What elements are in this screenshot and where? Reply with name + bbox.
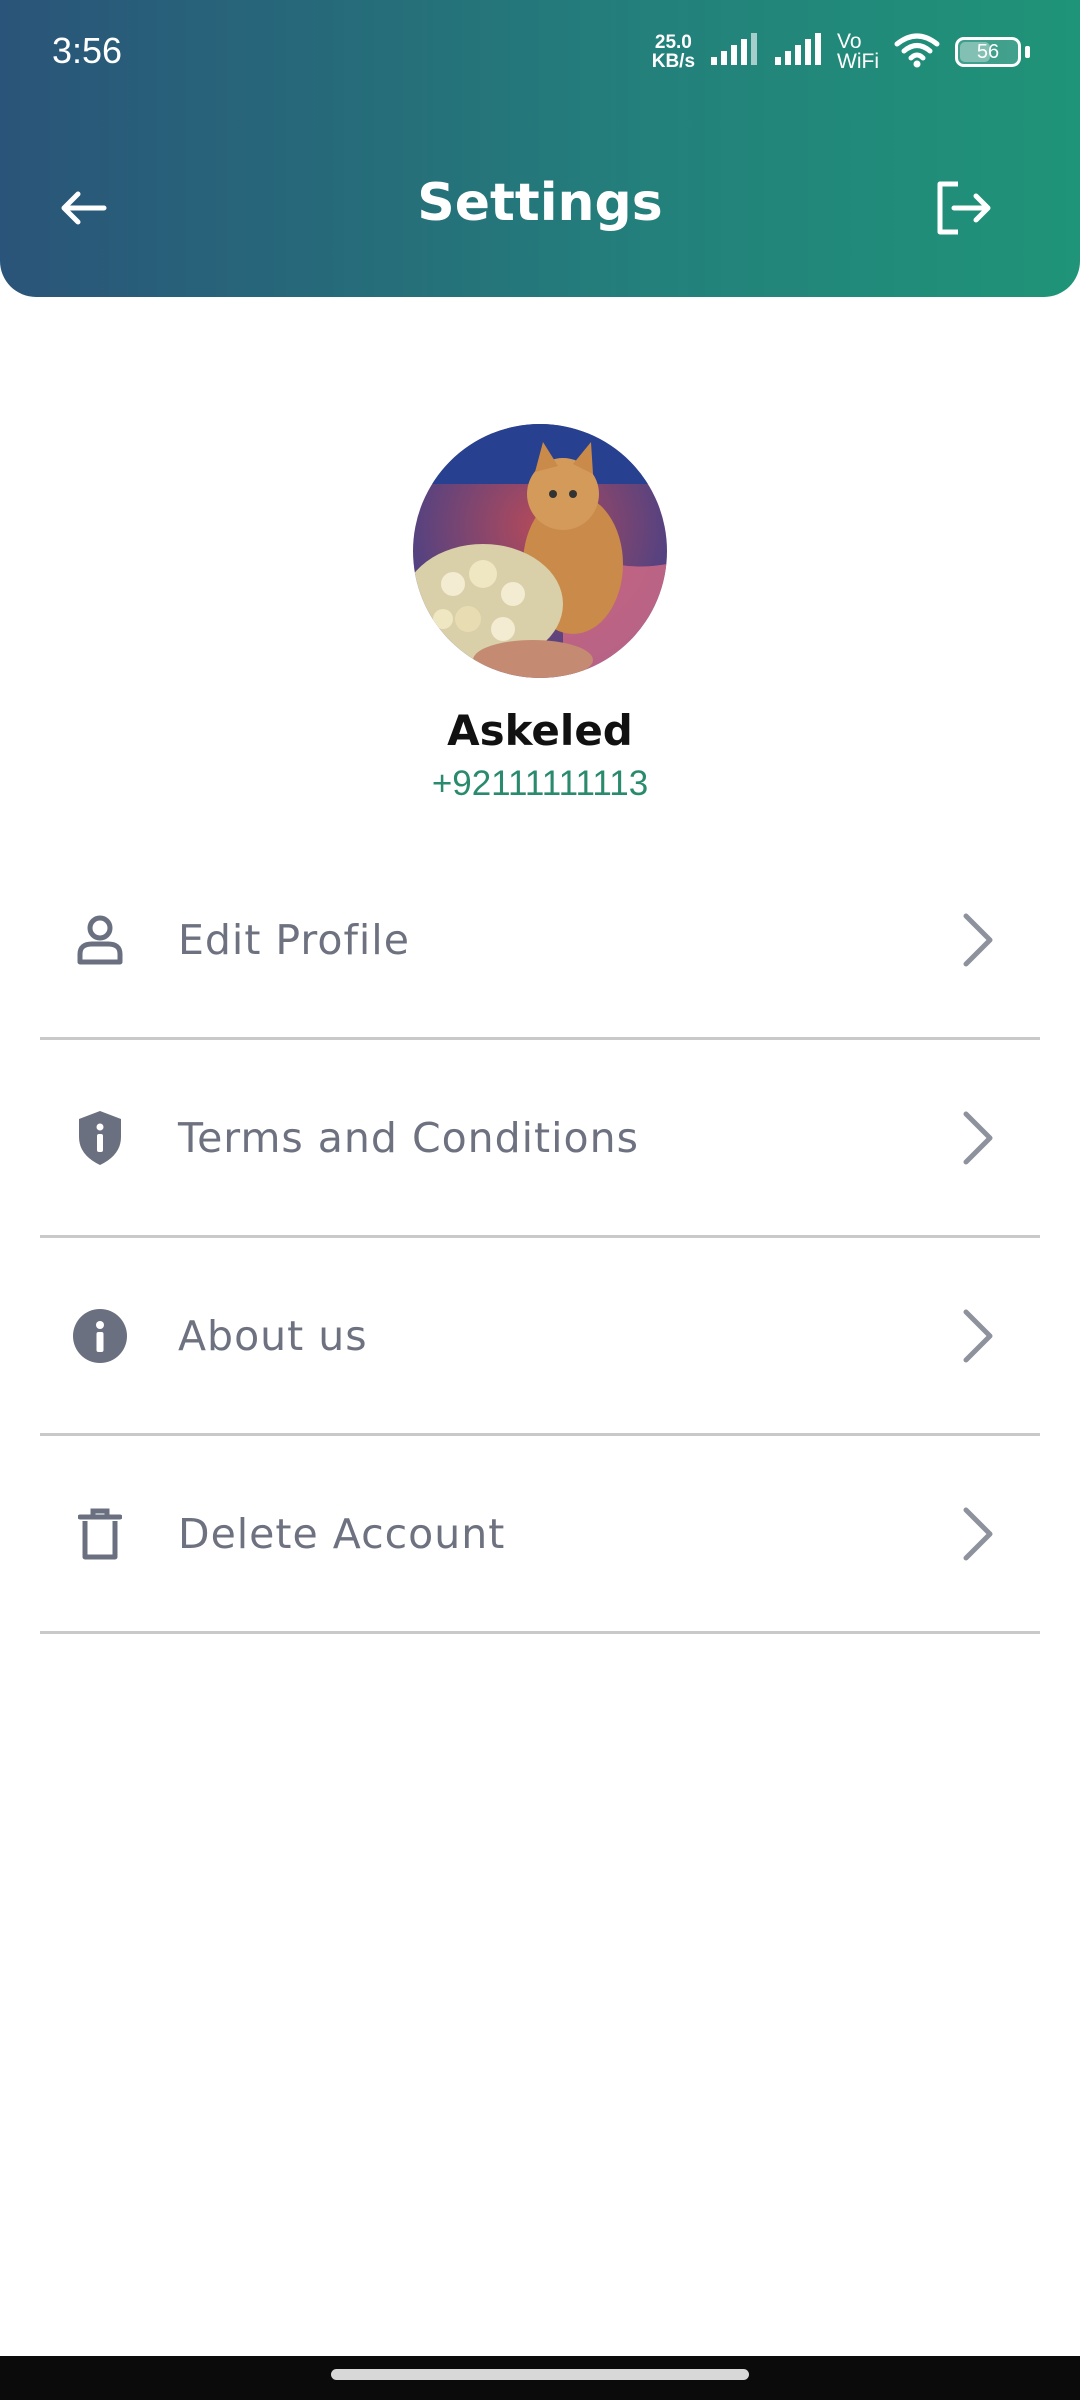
battery-tip [1025,46,1030,58]
header-bar: 3:56 25.0 KB/s Vo WiFi 56 Settings [0,0,1080,297]
system-nav-bar [0,2356,1080,2400]
menu-item-delete-account[interactable]: Delete Account [40,1436,1040,1634]
status-time: 3:56 [52,30,123,71]
menu-item-about-us[interactable]: About us [40,1238,1040,1436]
vowifi-indicator: Vo WiFi [837,30,879,73]
profile-name: Askeled [447,706,633,755]
menu-item-terms[interactable]: Terms and Conditions [40,1040,1040,1238]
arrow-left-icon [61,191,107,225]
menu-label-delete-account: Delete Account [178,1509,506,1558]
page-title: Settings [417,173,663,233]
menu-item-edit-profile[interactable]: Edit Profile [40,842,1040,1040]
avatar-photo [413,424,667,678]
battery-icon: 56 [955,37,1021,67]
trash-icon [70,1504,130,1564]
menu-label-edit-profile: Edit Profile [178,915,410,964]
logout-icon [937,181,991,235]
logout-button[interactable] [928,172,1000,244]
chevron-right-icon [956,1504,1000,1564]
profile-phone: +92111111113 [431,764,649,803]
back-button[interactable] [50,175,116,241]
user-icon [70,910,130,970]
signal-icon [709,33,759,71]
network-speed: 25.0 KB/s [652,33,695,71]
status-icons: 25.0 KB/s Vo WiFi 56 [652,30,1030,73]
menu-label-terms: Terms and Conditions [178,1113,639,1162]
wifi-icon [893,32,941,72]
avatar[interactable] [413,424,667,678]
battery-level: 56 [976,40,1000,63]
shield-info-icon [70,1108,130,1168]
vowifi-top: Vo [837,30,862,53]
chevron-right-icon [956,1108,1000,1168]
info-circle-icon [70,1306,130,1366]
network-speed-value: 25.0 [654,32,692,53]
chevron-right-icon [956,910,1000,970]
home-indicator[interactable] [331,2369,749,2380]
settings-menu: Edit Profile Terms and Conditions About … [40,842,1040,1634]
network-speed-unit: KB/s [651,51,696,72]
signal-icon-2 [773,33,823,71]
vowifi-bottom: WiFi [837,50,879,73]
chevron-right-icon [956,1306,1000,1366]
menu-label-about-us: About us [178,1311,368,1360]
